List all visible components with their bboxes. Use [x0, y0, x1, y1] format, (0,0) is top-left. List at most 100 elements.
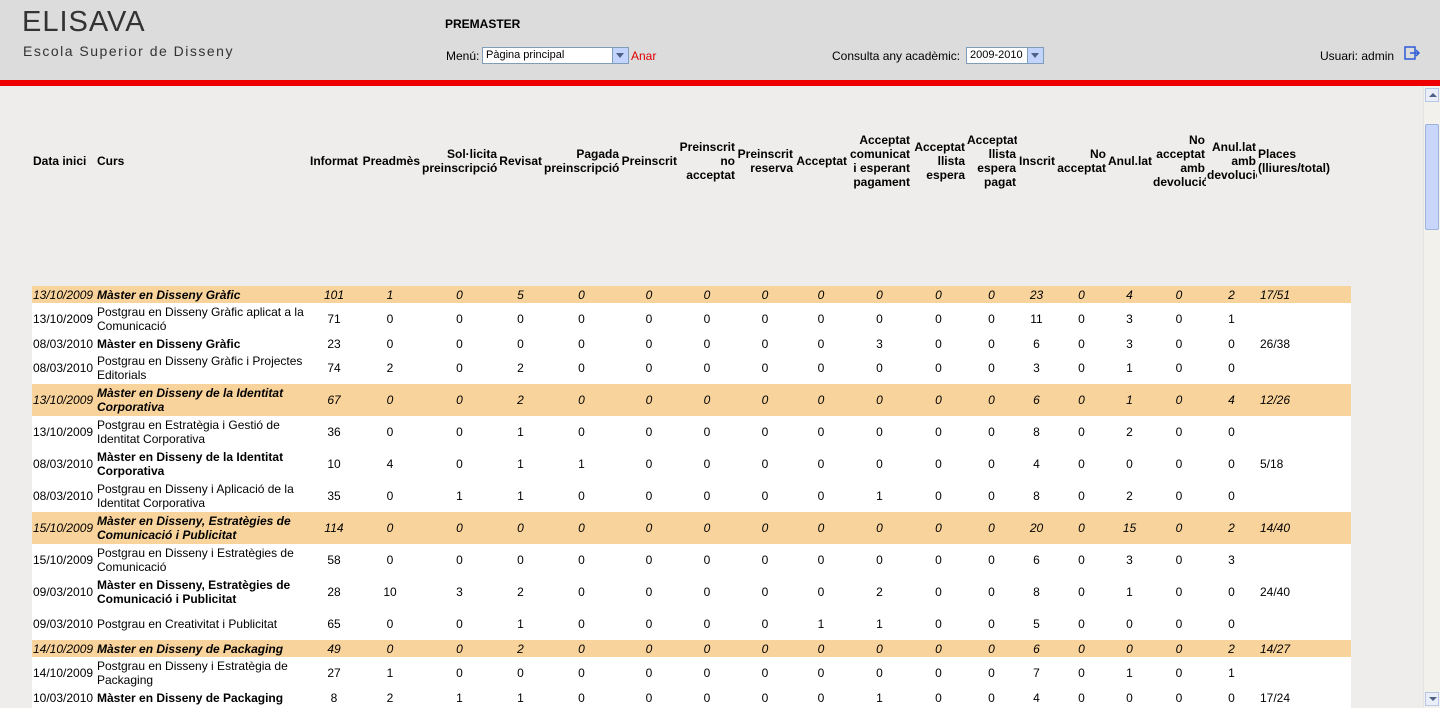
- count-cell: 0: [359, 416, 421, 448]
- chevron-down-icon[interactable]: [612, 48, 628, 63]
- count-cell: 0: [1056, 512, 1107, 544]
- count-cell: 2: [1206, 640, 1257, 657]
- places-cell: 5/18: [1257, 448, 1351, 480]
- count-cell: 0: [421, 384, 498, 416]
- count-cell: 1: [498, 416, 543, 448]
- vertical-scrollbar[interactable]: [1423, 86, 1440, 708]
- count-cell: 0: [620, 286, 678, 303]
- count-cell: 0: [1056, 286, 1107, 303]
- count-cell: 101: [309, 286, 359, 303]
- count-cell: 0: [678, 384, 736, 416]
- column-header: Preinscrit no acceptat: [679, 140, 735, 182]
- count-cell: 0: [794, 335, 848, 352]
- count-cell: 0: [794, 689, 848, 706]
- count-cell: 0: [421, 608, 498, 640]
- main-content: Data inici Curs Informat Preadmès Sol·licita…: [0, 86, 1423, 708]
- count-cell: 11: [1017, 303, 1056, 335]
- count-cell: 0: [1152, 286, 1206, 303]
- count-cell: 0: [1056, 657, 1107, 689]
- logout-icon[interactable]: [1404, 46, 1420, 60]
- count-cell: 0: [966, 576, 1017, 608]
- academic-year-select[interactable]: 2009-2010: [966, 47, 1044, 64]
- count-cell: 0: [359, 608, 421, 640]
- count-cell: 0: [421, 448, 498, 480]
- count-cell: 0: [1206, 448, 1257, 480]
- table-row-summary: 14/10/2009 Màster en Disseny de Packaging…: [32, 640, 1351, 657]
- count-cell: 0: [1206, 689, 1257, 706]
- academic-year-value: 2009-2010: [970, 49, 1023, 61]
- count-cell: 0: [678, 576, 736, 608]
- scrollbar-thumb[interactable]: [1425, 124, 1439, 230]
- start-date-cell: 13/10/2009: [32, 384, 96, 416]
- count-cell: 0: [1152, 608, 1206, 640]
- count-cell: 0: [1056, 640, 1107, 657]
- count-cell: 0: [911, 640, 966, 657]
- count-cell: 0: [1107, 448, 1152, 480]
- count-cell: 0: [736, 384, 794, 416]
- count-cell: 0: [966, 480, 1017, 512]
- brand-logo-subtitle: Escola Superior de Disseny: [23, 43, 234, 59]
- count-cell: 0: [498, 544, 543, 576]
- places-cell: [1257, 657, 1351, 689]
- count-cell: 0: [1056, 352, 1107, 384]
- count-cell: 0: [848, 640, 911, 657]
- count-cell: 1: [421, 480, 498, 512]
- count-cell: 0: [498, 512, 543, 544]
- count-cell: 2: [498, 352, 543, 384]
- table-row-summary: 15/10/2009 Màster en Disseny, Estratègies…: [32, 512, 1351, 544]
- count-cell: 1: [498, 689, 543, 706]
- scroll-down-arrow-icon[interactable]: [1425, 692, 1439, 706]
- count-cell: 23: [1017, 286, 1056, 303]
- count-cell: 0: [911, 384, 966, 416]
- places-cell: [1257, 352, 1351, 384]
- count-cell: 0: [678, 286, 736, 303]
- table-row: 14/10/2009 Postgrau en Disseny i Estratèg…: [32, 657, 1351, 689]
- column-header: Acceptat comunicat i esperant pagament: [849, 133, 910, 189]
- start-date-cell: 14/10/2009: [32, 640, 96, 657]
- count-cell: 1: [848, 689, 911, 706]
- count-cell: 2: [359, 689, 421, 706]
- menu-label: Menú:: [446, 49, 480, 63]
- table-row: 08/03/2010 Postgrau en Disseny i Aplicaci…: [32, 480, 1351, 512]
- count-cell: 2: [1206, 286, 1257, 303]
- count-cell: 1: [543, 448, 620, 480]
- count-cell: 0: [421, 286, 498, 303]
- count-cell: 0: [736, 416, 794, 448]
- go-link[interactable]: Anar: [631, 49, 656, 63]
- count-cell: 0: [966, 657, 1017, 689]
- count-cell: 0: [736, 480, 794, 512]
- count-cell: 0: [1206, 352, 1257, 384]
- count-cell: 0: [848, 352, 911, 384]
- count-cell: 0: [678, 608, 736, 640]
- count-cell: 1: [421, 689, 498, 706]
- count-cell: 0: [359, 640, 421, 657]
- count-cell: 28: [309, 576, 359, 608]
- count-cell: 0: [848, 303, 911, 335]
- count-cell: 0: [794, 657, 848, 689]
- count-cell: 0: [794, 416, 848, 448]
- count-cell: 0: [848, 448, 911, 480]
- course-name-cell: Màster en Disseny de Packaging: [96, 689, 309, 706]
- count-cell: 0: [543, 480, 620, 512]
- count-cell: 0: [736, 512, 794, 544]
- count-cell: 8: [1017, 576, 1056, 608]
- count-cell: 0: [1107, 689, 1152, 706]
- count-cell: 20: [1017, 512, 1056, 544]
- scroll-up-arrow-icon[interactable]: [1425, 88, 1439, 102]
- table-row: 08/03/2010 Màster en Disseny de la Identi…: [32, 448, 1351, 480]
- start-date-cell: 13/10/2009: [32, 303, 96, 335]
- course-name-cell: Màster en Disseny de la Identitat Corpor…: [96, 384, 309, 416]
- column-header: Pagada preinscripció: [544, 147, 620, 175]
- count-cell: 0: [966, 352, 1017, 384]
- count-cell: 10: [309, 448, 359, 480]
- course-name-cell: Màster en Disseny de la Identitat Corpor…: [96, 448, 309, 480]
- course-name-cell: Postgrau en Estratègia i Gestió de Ident…: [96, 416, 309, 448]
- count-cell: 0: [620, 544, 678, 576]
- count-cell: 0: [620, 689, 678, 706]
- chevron-down-icon[interactable]: [1027, 48, 1043, 63]
- count-cell: 0: [966, 640, 1017, 657]
- count-cell: 1: [1107, 576, 1152, 608]
- count-cell: 4: [1017, 689, 1056, 706]
- start-date-cell: 15/10/2009: [32, 512, 96, 544]
- menu-select[interactable]: Pàgina principal: [482, 47, 629, 64]
